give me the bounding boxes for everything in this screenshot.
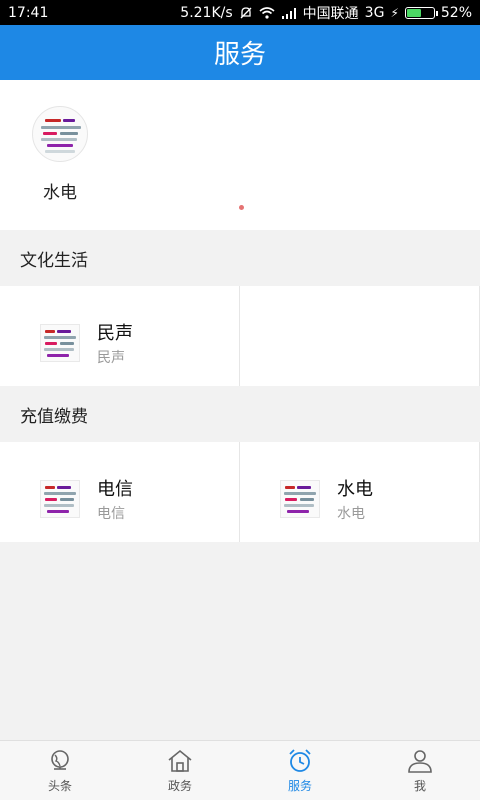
tab-services[interactable]: 服务	[240, 741, 360, 800]
carrier-name: 中国联通	[302, 5, 359, 22]
page-title: 服务	[213, 40, 266, 70]
charging-icon: ⚡	[390, 5, 399, 20]
featured-carousel[interactable]: 水电	[0, 80, 480, 230]
status-bar: 17:41 5.21K/s 中国联通 3G ⚡ 52%	[0, 0, 480, 25]
featured-item-utility[interactable]: 水电	[30, 106, 90, 203]
section-grid-payment: 电信 电信 水电 水电	[0, 442, 480, 542]
service-item-minsheng[interactable]: 民声 民声	[0, 286, 240, 386]
battery-percent: 52%	[440, 4, 472, 21]
tab-label: 头条	[47, 779, 72, 793]
signal-icon	[281, 7, 296, 19]
utility-thumbnail-icon	[32, 106, 88, 162]
section-title-culture: 文化生活	[0, 230, 480, 286]
network-type: 3G	[364, 4, 385, 21]
service-item-title: 电信	[97, 479, 133, 500]
section-title-payment: 充值缴费	[0, 386, 480, 442]
carousel-indicator	[239, 205, 244, 210]
tab-label: 我	[413, 779, 426, 793]
tab-label: 服务	[287, 779, 312, 793]
service-item-utility[interactable]: 水电 水电	[240, 442, 480, 542]
building-icon	[168, 749, 192, 772]
battery-icon	[404, 6, 438, 19]
service-item-title: 民声	[97, 323, 133, 344]
service-thumbnail-icon	[40, 480, 80, 518]
tab-label: 政务	[167, 779, 192, 793]
mute-icon	[240, 6, 252, 18]
network-speed: 5.21K/s	[180, 4, 233, 21]
app-header: 服务	[0, 25, 480, 80]
alarm-clock-icon	[289, 749, 311, 772]
wifi-icon	[259, 6, 275, 19]
empty-cell	[240, 286, 480, 386]
service-thumbnail-icon	[40, 324, 80, 362]
status-time: 17:41	[8, 4, 49, 21]
tab-government[interactable]: 政务	[120, 741, 240, 800]
service-item-telecom[interactable]: 电信 电信	[0, 442, 240, 542]
section-grid-culture: 民声 民声	[0, 286, 480, 386]
service-item-subtitle: 民声	[97, 350, 125, 366]
tab-headlines[interactable]: 头条	[0, 741, 120, 800]
globe-icon	[51, 750, 69, 770]
service-thumbnail-icon	[280, 480, 320, 518]
service-item-title: 水电	[337, 479, 373, 500]
tab-me[interactable]: 我	[360, 741, 480, 800]
bottom-tab-bar: 头条 政务 服务 我	[0, 740, 480, 800]
service-item-subtitle: 电信	[97, 506, 125, 522]
service-item-subtitle: 水电	[337, 506, 365, 522]
featured-item-label: 水电	[43, 183, 77, 203]
user-icon	[408, 750, 432, 773]
